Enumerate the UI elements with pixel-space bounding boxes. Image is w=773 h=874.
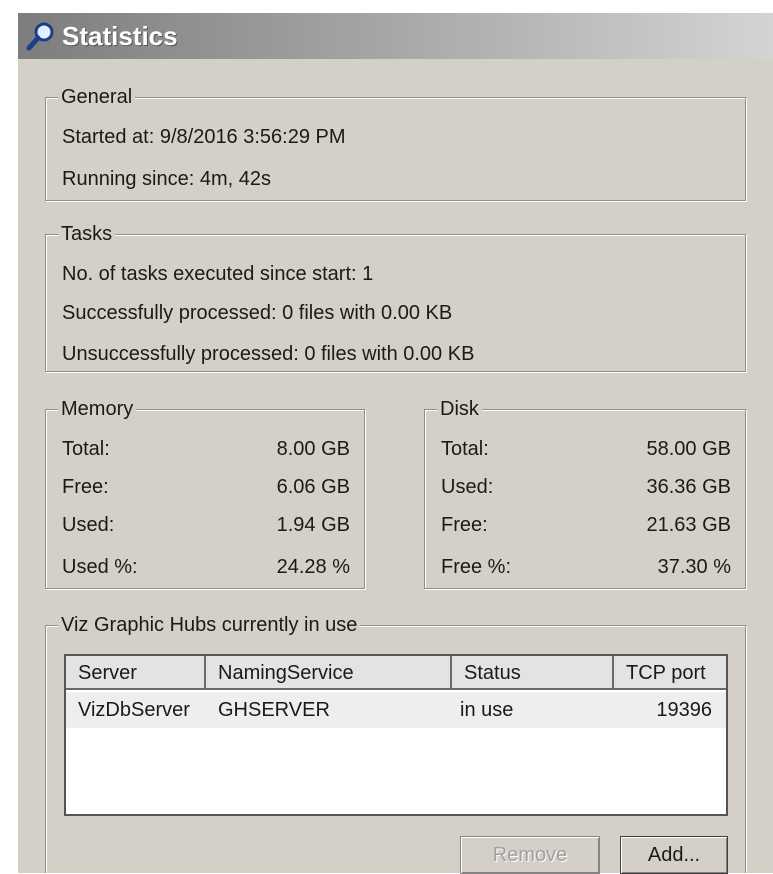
add-button[interactable]: Add... — [620, 836, 728, 874]
disk-used-value: 36.36 GB — [646, 476, 731, 498]
cell-tcp-port: 19396 — [656, 699, 712, 721]
hubs-legend: Viz Graphic Hubs currently in use — [58, 614, 361, 636]
disk-total-value: 58.00 GB — [646, 438, 731, 460]
memory-free-label: Free: — [62, 476, 109, 498]
memory-used-pct-value: 24.28 % — [276, 556, 350, 578]
memory-used-pct-label: Used %: — [62, 556, 138, 578]
tasks-executed-text: No. of tasks executed since start: 1 — [62, 263, 374, 285]
disk-total-label: Total: — [441, 438, 489, 460]
tasks-legend: Tasks — [58, 223, 116, 245]
column-header-server[interactable]: Server — [66, 656, 206, 690]
column-header-status[interactable]: Status — [452, 656, 614, 690]
remove-button[interactable]: Remove — [460, 836, 600, 874]
general-legend: General — [58, 86, 136, 108]
memory-total-label: Total: — [62, 438, 110, 460]
memory-total-value: 8.00 GB — [276, 438, 350, 460]
disk-used-label: Used: — [441, 476, 494, 498]
tasks-success-text: Successfully processed: 0 files with 0.0… — [62, 302, 453, 324]
statistics-panel: Statistics General Started at: 9/8/2016 … — [18, 13, 773, 874]
memory-used-label: Used: — [62, 514, 115, 536]
hubs-table-header: Server NamingService Status TCP port — [66, 656, 726, 692]
memory-legend: Memory — [58, 398, 137, 420]
cell-status: in use — [460, 699, 514, 721]
disk-free-pct-value: 37.30 % — [657, 556, 731, 578]
magnifier-icon — [26, 22, 54, 51]
disk-free-label: Free: — [441, 514, 488, 536]
disk-legend: Disk — [437, 398, 482, 420]
title-bar: Statistics — [18, 13, 773, 59]
disk-free-value: 21.63 GB — [646, 514, 731, 536]
memory-free-value: 6.06 GB — [276, 476, 350, 498]
column-header-naming-service[interactable]: NamingService — [206, 656, 452, 690]
memory-group: Memory Total: 8.00 GB Free: 6.06 GB Used… — [45, 398, 365, 589]
cell-naming-service: GHSERVER — [218, 699, 330, 721]
memory-used-value: 1.94 GB — [276, 514, 350, 536]
started-at-text: Started at: 9/8/2016 3:56:29 PM — [62, 126, 346, 148]
tasks-group: Tasks No. of tasks executed since start:… — [45, 223, 746, 372]
disk-group: Disk Total: 58.00 GB Used: 36.36 GB Free… — [424, 398, 746, 589]
hubs-table[interactable]: Server NamingService Status TCP port Viz… — [64, 654, 728, 816]
page-title: Statistics — [62, 21, 178, 51]
table-row[interactable]: VizDbServer GHSERVER in use 19396 — [66, 692, 726, 728]
cell-server: VizDbServer — [78, 699, 190, 721]
tasks-failure-text: Unsuccessfully processed: 0 files with 0… — [62, 343, 475, 365]
general-group: General Started at: 9/8/2016 3:56:29 PM … — [45, 86, 746, 201]
running-since-text: Running since: 4m, 42s — [62, 168, 272, 190]
column-header-tcp-port[interactable]: TCP port — [614, 656, 726, 690]
hubs-group: Viz Graphic Hubs currently in use Server… — [45, 614, 746, 874]
disk-free-pct-label: Free %: — [441, 556, 512, 578]
